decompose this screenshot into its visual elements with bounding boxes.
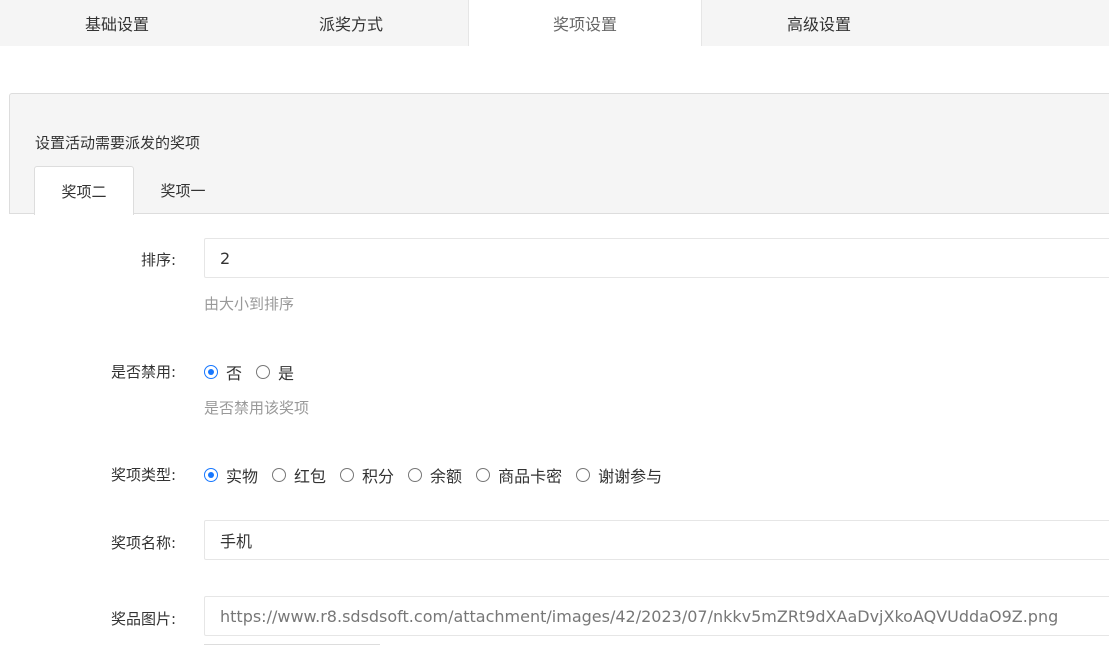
prize-type-option-balance[interactable]: 余额 (408, 463, 462, 487)
radio-unchecked-icon[interactable] (340, 468, 355, 482)
prize-type-option-card-code[interactable]: 商品卡密 (476, 463, 562, 487)
radio-checked-icon[interactable] (204, 468, 218, 482)
tab-prize-one[interactable]: 奖项一 (134, 166, 232, 215)
radio-label: 实物 (226, 467, 259, 486)
disabled-option-no[interactable]: 否 (204, 360, 242, 384)
radio-label: 余额 (430, 467, 463, 486)
radio-label: 否 (226, 364, 243, 383)
radio-label: 是 (278, 364, 295, 383)
tab-advanced-settings[interactable]: 高级设置 (702, 0, 936, 46)
sort-input[interactable]: 2 (204, 238, 1109, 278)
tab-prize-two[interactable]: 奖项二 (34, 166, 134, 215)
radio-unchecked-icon[interactable] (476, 468, 491, 482)
radio-label: 谢谢参与 (598, 467, 663, 486)
top-tab-bar: 基础设置 派奖方式 奖项设置 高级设置 (0, 0, 1109, 46)
prize-type-label: 奖项类型: (110, 466, 176, 484)
disabled-radio-group: 否 是 (204, 360, 308, 384)
disabled-option-yes[interactable]: 是 (256, 360, 294, 384)
radio-label: 商品卡密 (498, 467, 563, 486)
radio-checked-icon[interactable] (204, 365, 218, 379)
disabled-help: 是否禁用该奖项 (204, 399, 310, 417)
prize-name-input[interactable]: 手机 (204, 520, 1109, 560)
prize-panel: 设置活动需要派发的奖项 奖项二 奖项一 (9, 93, 1109, 215)
prize-type-option-points[interactable]: 积分 (340, 463, 394, 487)
prize-type-option-red-packet[interactable]: 红包 (272, 463, 326, 487)
sort-label: 排序: (140, 251, 176, 269)
radio-label: 红包 (294, 467, 327, 486)
radio-unchecked-icon[interactable] (272, 468, 287, 482)
prize-type-option-physical[interactable]: 实物 (204, 463, 258, 487)
radio-unchecked-icon[interactable] (408, 468, 423, 482)
disabled-label: 是否禁用: (110, 363, 176, 381)
radio-label: 积分 (362, 467, 395, 486)
sort-help: 由大小到排序 (204, 295, 295, 313)
prize-type-option-thanks[interactable]: 谢谢参与 (576, 463, 662, 487)
panel-title: 设置活动需要派发的奖项 (35, 134, 201, 152)
radio-unchecked-icon[interactable] (576, 468, 591, 482)
tab-basic-settings[interactable]: 基础设置 (0, 0, 234, 46)
tab-award-method[interactable]: 派奖方式 (234, 0, 468, 46)
tab-prize-settings[interactable]: 奖项设置 (468, 0, 702, 46)
prize-type-radio-group: 实物 红包 积分 余额 商品卡密 谢谢参与 (204, 463, 676, 487)
prize-image-label: 奖品图片: (110, 610, 176, 628)
prize-image-url-input[interactable]: https://www.r8.sdsdsoft.com/attachment/i… (204, 596, 1109, 636)
radio-unchecked-icon[interactable] (256, 365, 271, 379)
prize-name-label: 奖项名称: (110, 534, 176, 552)
